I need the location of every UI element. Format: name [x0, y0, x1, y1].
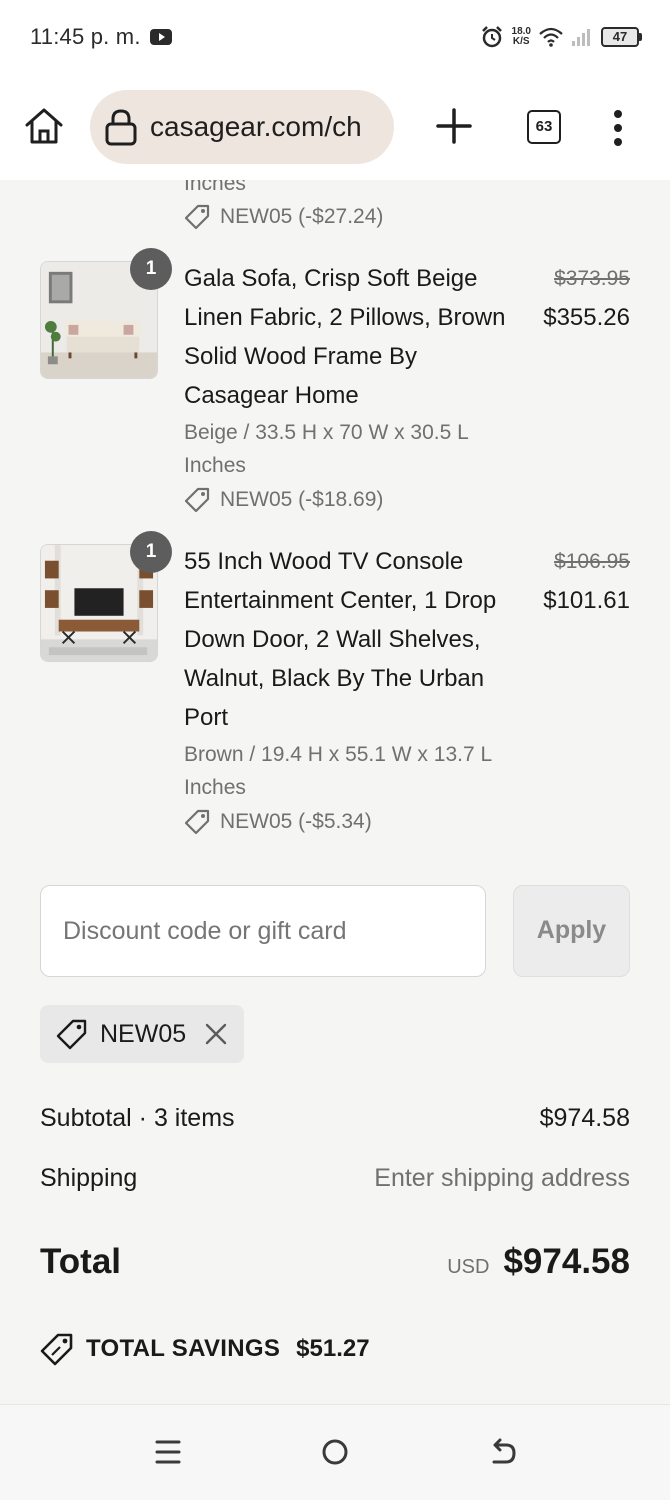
- discount-text: NEW05 (-$18.69): [220, 488, 384, 511]
- cart-item: 1 55 Inch Wood TV Console Entertainment …: [0, 531, 670, 844]
- cart-item: 1 Gala Sofa, Crisp Soft Beige Linen Fabr…: [0, 248, 670, 521]
- item-discount: NEW05 (-$18.69): [184, 487, 383, 513]
- subtotal-value: $974.58: [539, 1104, 630, 1132]
- applied-code-label: NEW05: [100, 1019, 187, 1048]
- discount-text: NEW05 (-$27.24): [220, 205, 384, 228]
- plus-icon[interactable]: [434, 106, 474, 146]
- shipping-row: Shipping Enter shipping address: [40, 1164, 630, 1193]
- total-amount: USD $974.58: [447, 1242, 630, 1282]
- url-text[interactable]: casagear.com/ch: [150, 111, 362, 143]
- item-variant: Beige / 33.5 H x 70 W x 30.5 L Inches: [184, 421, 469, 477]
- subtotal-row: Subtotal · 3 items $974.58: [40, 1104, 630, 1133]
- signal-icon: [572, 29, 590, 46]
- youtube-icon: [150, 29, 172, 45]
- recents-icon[interactable]: [153, 1437, 183, 1467]
- item-discount: NEW05 (-$5.34): [184, 809, 372, 835]
- discount-text: NEW05 (-$5.34): [220, 810, 372, 833]
- quantity-badge: 1: [130, 248, 172, 290]
- status-icons: 18.0 K/S 47: [480, 22, 642, 52]
- total-value: $974.58: [503, 1242, 630, 1281]
- net-speed: 18.0 K/S: [512, 27, 531, 47]
- item-title: Gala Sofa, Crisp Soft Beige Linen Fabric…: [184, 265, 506, 409]
- tabs-icon[interactable]: 63: [527, 110, 561, 144]
- total-currency: USD: [447, 1256, 490, 1278]
- total-label: Total: [40, 1242, 122, 1281]
- lock-icon[interactable]: [104, 108, 138, 146]
- wifi-icon: [539, 27, 563, 47]
- total-row: Total USD $974.58: [40, 1242, 630, 1282]
- home-icon[interactable]: [22, 104, 66, 148]
- discount-code-input[interactable]: [40, 885, 486, 977]
- status-time: 11:45 p. m.: [30, 24, 141, 49]
- tag-icon: [184, 809, 210, 835]
- previous-item-variant: Inches: [184, 180, 246, 195]
- original-price: $106.95: [554, 550, 630, 573]
- browser-toolbar: casagear.com/ch 63: [0, 76, 670, 180]
- alarm-icon: [481, 26, 502, 48]
- status-bar: 11:45 p. m. 18.0 K/S 47: [0, 0, 670, 76]
- tag-icon: [56, 1019, 87, 1050]
- product-thumbnail: 1: [40, 531, 172, 662]
- shipping-value: Enter shipping address: [374, 1164, 630, 1192]
- previous-item-discount: NEW05 (-$27.24): [184, 204, 383, 230]
- shipping-label: Shipping: [40, 1164, 138, 1192]
- savings-tag-icon: [40, 1333, 73, 1366]
- tag-icon: [184, 204, 210, 230]
- sale-price: $101.61: [543, 587, 630, 614]
- quantity-badge: 1: [130, 531, 172, 573]
- original-price: $373.95: [554, 267, 630, 290]
- address-bar[interactable]: casagear.com/ch: [90, 90, 394, 164]
- savings-value: $51.27: [296, 1335, 370, 1362]
- product-thumbnail: 1: [40, 248, 172, 379]
- close-icon[interactable]: [204, 1022, 228, 1046]
- applied-code-chip: NEW05: [40, 1005, 244, 1063]
- checkout-content: Inches NEW05 (-$27.24) 1 Gala Sofa, Cris…: [0, 180, 670, 1402]
- savings-label: TOTAL SAVINGS: [86, 1335, 281, 1362]
- battery-icon: 47: [601, 27, 642, 47]
- total-savings: TOTAL SAVINGS $51.27: [40, 1332, 370, 1366]
- more-icon[interactable]: [606, 108, 630, 148]
- item-title: 55 Inch Wood TV Console Entertainment Ce…: [184, 548, 497, 731]
- home-nav-icon[interactable]: [320, 1437, 350, 1467]
- apply-button[interactable]: Apply: [513, 885, 630, 977]
- back-icon[interactable]: [488, 1437, 518, 1467]
- sale-price: $355.26: [543, 304, 630, 331]
- battery-level: 47: [601, 27, 639, 47]
- system-nav-bar: [0, 1404, 670, 1500]
- tag-icon: [184, 487, 210, 513]
- net-speed-unit: K/S: [512, 36, 530, 47]
- subtotal-label: Subtotal · 3 items: [40, 1104, 235, 1132]
- battery-tip: [639, 33, 642, 41]
- item-variant: Brown / 19.4 H x 55.1 W x 13.7 L Inches: [184, 743, 492, 799]
